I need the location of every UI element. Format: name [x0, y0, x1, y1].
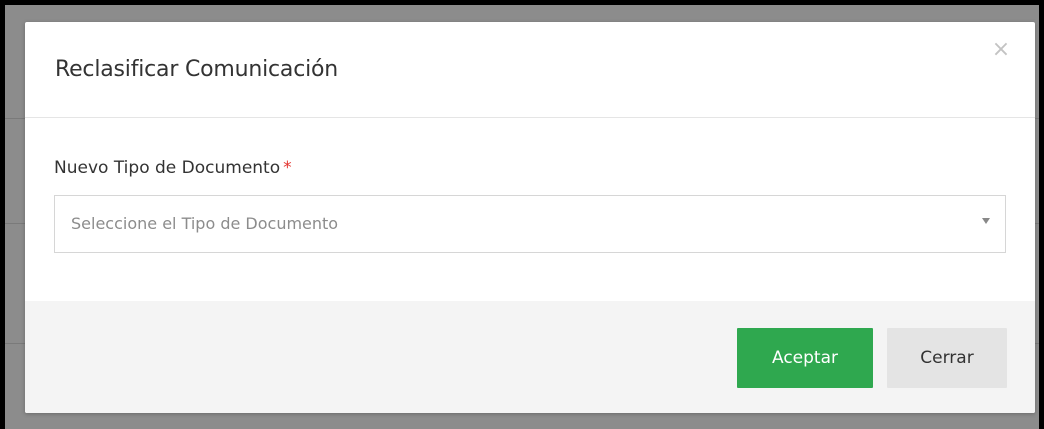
- required-mark: *: [283, 158, 292, 178]
- document-type-label: Nuevo Tipo de Documento *: [54, 157, 292, 179]
- document-type-label-text: Nuevo Tipo de Documento: [54, 158, 281, 178]
- select-placeholder: Seleccione el Tipo de Documento: [71, 214, 339, 233]
- close-icon[interactable]: ×: [989, 38, 1013, 62]
- modal-header: Reclasificar Comunicación ×: [25, 22, 1035, 118]
- modal-body: Nuevo Tipo de Documento * Seleccione el T…: [25, 118, 1035, 301]
- document-type-select[interactable]: Seleccione el Tipo de Documento: [54, 195, 1006, 253]
- accept-button[interactable]: Aceptar: [737, 328, 873, 388]
- close-button[interactable]: Cerrar: [887, 328, 1007, 388]
- modal-footer: Aceptar Cerrar: [25, 301, 1035, 413]
- modal-title: Reclasificar Comunicación: [55, 57, 339, 82]
- chevron-down-icon: [982, 218, 990, 224]
- reclassify-modal: Reclasificar Comunicación × Nuevo Tipo d…: [25, 22, 1035, 413]
